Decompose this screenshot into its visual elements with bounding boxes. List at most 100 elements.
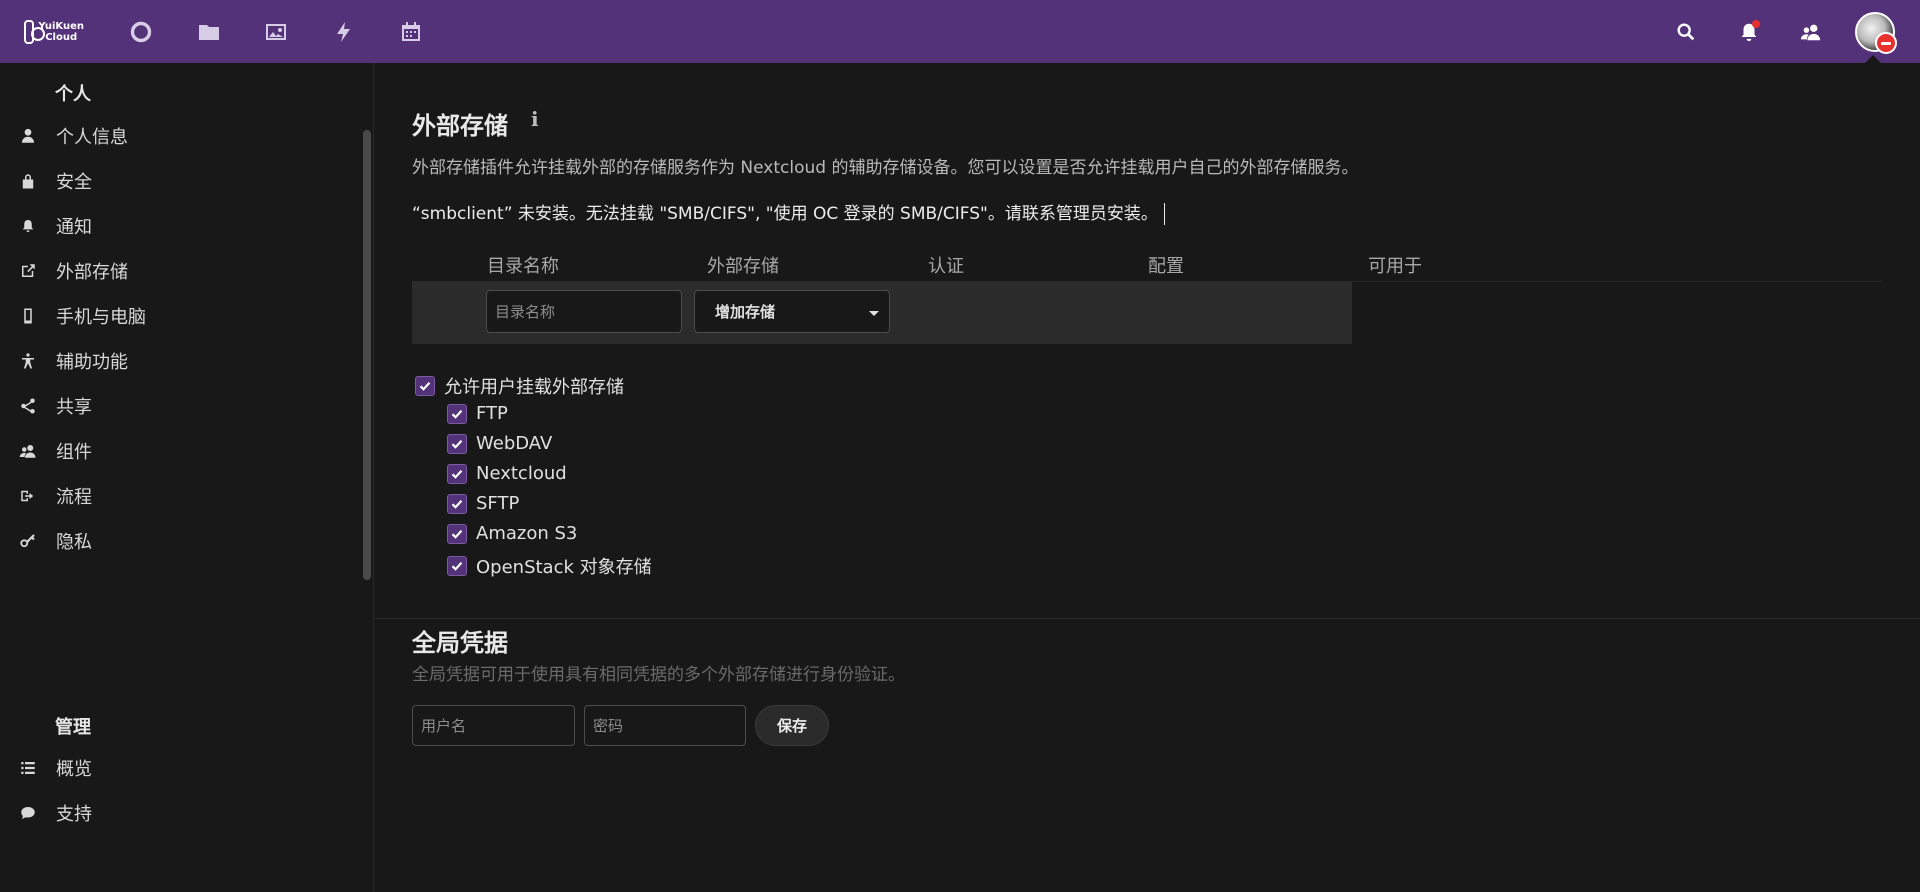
sidebar-item-external-storage[interactable]: 外部存储 [0, 249, 360, 293]
backend-label: OpenStack 对象存储 [476, 557, 652, 578]
activity-icon[interactable] [330, 18, 358, 46]
add-storage-select-label: 增加存储 [715, 303, 776, 321]
logo-text: YuiKuen Cloud [38, 21, 84, 43]
checkbox-checked-icon [415, 376, 435, 396]
column-header-folder-name: 目录名称 [487, 256, 559, 277]
dropdown-caret-icon [869, 311, 879, 316]
backend-checkbox-sftp[interactable]: SFTP [447, 493, 519, 514]
personal-caption: 个人 [55, 84, 91, 105]
add-storage-row: 目录名称 增加存储 [412, 281, 1352, 344]
external-storage-description: 外部存储插件允许挂载外部的存储服务作为 Nextcloud 的辅助存储设备。您可… [412, 158, 1359, 178]
external-link-icon [18, 261, 38, 281]
column-header-configuration: 配置 [1148, 256, 1184, 277]
sidebar-item-label: 共享 [56, 397, 92, 418]
do-not-disturb-status-icon [1875, 32, 1897, 54]
sidebar-item-devices[interactable]: 手机与电脑 [0, 294, 360, 338]
username-input[interactable]: 用户名 [412, 705, 575, 746]
smbclient-warning-text: “smbclient” 未安装。无法挂载 "SMB/CIFS", "使用 OC … [412, 204, 1158, 224]
dashboard-icon[interactable] [127, 18, 155, 46]
sidebar-scrollbar[interactable] [363, 130, 371, 580]
sidebar-item-label: 概览 [56, 759, 92, 780]
lock-icon [18, 171, 38, 191]
sidebar-item-notifications[interactable]: 通知 [0, 204, 360, 248]
logo[interactable]: YuiKuen Cloud [24, 17, 84, 47]
sidebar-item-flow[interactable]: 流程 [0, 474, 360, 518]
phone-icon [18, 306, 38, 326]
password-input[interactable]: 密码 [584, 705, 746, 746]
sidebar-item-label: 外部存储 [56, 262, 128, 283]
external-storage-title: 外部存储 [412, 112, 508, 140]
column-header-authentication: 认证 [928, 256, 964, 277]
settings-sidebar: 个人 个人信息 安全 通知 外部存储 手机与电脑 辅助功能 共享 组件 流程 隐… [0, 63, 374, 892]
notifications-icon[interactable] [1735, 18, 1763, 46]
logo-line2: Cloud [45, 32, 78, 43]
global-credentials-description: 全局凭据可用于使用具有相同凭据的多个外部存储进行身份验证。 [412, 665, 905, 685]
flow-icon [18, 486, 38, 506]
files-icon[interactable] [195, 18, 223, 46]
sidebar-item-label: 流程 [56, 487, 92, 508]
contacts-icon[interactable] [1797, 18, 1825, 46]
section-divider [375, 618, 1920, 619]
checkbox-checked-icon [447, 433, 467, 454]
smbclient-warning: “smbclient” 未安装。无法挂载 "SMB/CIFS", "使用 OC … [412, 199, 1165, 225]
logo-icon [24, 20, 46, 44]
sidebar-item-privacy[interactable]: 隐私 [0, 519, 360, 563]
top-bar: YuiKuen Cloud [0, 0, 1920, 64]
chat-icon [18, 803, 38, 823]
group-icon [18, 441, 38, 461]
sidebar-item-personal-info[interactable]: 个人信息 [0, 114, 360, 158]
backend-label: WebDAV [476, 433, 553, 454]
sidebar-item-label: 辅助功能 [56, 352, 128, 373]
accessibility-icon [18, 351, 38, 371]
backend-label: Nextcloud [476, 463, 567, 484]
allow-user-mount-checkbox[interactable]: 允许用户挂载外部存储 [415, 373, 624, 399]
sidebar-item-label: 支持 [56, 804, 92, 825]
global-credentials-title: 全局凭据 [412, 629, 508, 657]
sidebar-item-label: 个人信息 [56, 127, 128, 148]
checkbox-checked-icon [447, 403, 467, 424]
checkbox-checked-icon [447, 493, 467, 514]
logo-line1: YuiKuen [38, 21, 84, 32]
bell-icon [18, 216, 38, 236]
calendar-icon[interactable] [397, 18, 425, 46]
sidebar-item-label: 安全 [56, 172, 92, 193]
backend-checkbox-amazon-s3[interactable]: Amazon S3 [447, 523, 577, 544]
sidebar-item-accessibility[interactable]: 辅助功能 [0, 339, 360, 383]
sidebar-item-label: 手机与电脑 [56, 307, 146, 328]
checkbox-checked-icon [447, 556, 467, 576]
sidebar-item-support[interactable]: 支持 [0, 791, 360, 835]
column-header-external-storage: 外部存储 [707, 256, 779, 277]
admin-caption: 管理 [55, 717, 91, 738]
user-icon [18, 126, 38, 146]
notification-dot [1752, 20, 1760, 28]
info-icon[interactable]: i [531, 107, 551, 131]
checkbox-checked-icon [447, 523, 467, 544]
folder-name-input[interactable]: 目录名称 [486, 290, 682, 333]
sidebar-item-groupware[interactable]: 组件 [0, 429, 360, 473]
search-icon[interactable] [1672, 18, 1700, 46]
sidebar-item-label: 隐私 [56, 532, 92, 553]
backend-checkbox-openstack[interactable]: OpenStack 对象存储 [447, 553, 652, 579]
backend-label: Amazon S3 [476, 523, 578, 544]
sidebar-item-security[interactable]: 安全 [0, 159, 360, 203]
share-icon [18, 396, 38, 416]
backend-label: SFTP [476, 493, 520, 514]
backend-label: FTP [476, 403, 508, 424]
column-header-available-for: 可用于 [1368, 256, 1422, 277]
key-icon [18, 531, 38, 551]
photos-icon[interactable] [262, 18, 290, 46]
settings-content: 外部存储 i 外部存储插件允许挂载外部的存储服务作为 Nextcloud 的辅助… [375, 63, 1920, 892]
backend-checkbox-nextcloud[interactable]: Nextcloud [447, 463, 567, 484]
sidebar-item-sharing[interactable]: 共享 [0, 384, 360, 428]
sidebar-item-label: 通知 [56, 217, 92, 238]
backend-checkbox-ftp[interactable]: FTP [447, 403, 508, 424]
save-button[interactable]: 保存 [755, 705, 829, 746]
sidebar-item-overview[interactable]: 概览 [0, 746, 360, 790]
checkbox-checked-icon [447, 463, 467, 484]
add-storage-select[interactable]: 增加存储 [694, 290, 890, 333]
allow-user-mount-label: 允许用户挂载外部存储 [444, 377, 624, 398]
text-cursor [1163, 203, 1165, 225]
backend-checkbox-webdav[interactable]: WebDAV [447, 433, 552, 454]
sidebar-item-label: 组件 [56, 442, 92, 463]
list-icon [18, 758, 38, 778]
